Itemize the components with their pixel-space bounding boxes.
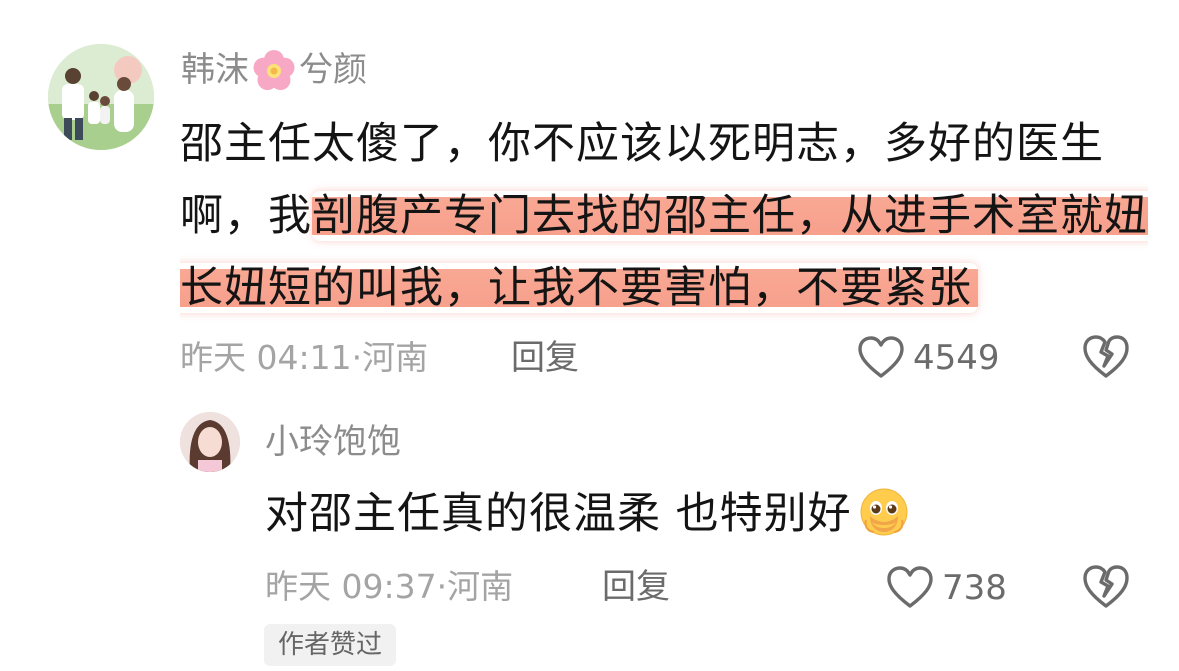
meta-separator: · (436, 567, 448, 606)
author-liked-badge: 作者赞过 (264, 624, 397, 666)
username[interactable]: 韩沫 兮颜 (181, 48, 367, 92)
reply-time: 昨天 09:37 (265, 567, 437, 606)
reply-reply-button[interactable]: 回复 (602, 563, 670, 611)
reply-text: 对邵主任真的很温柔 也特别好 (265, 484, 910, 544)
reply-meta: 昨天 09:37·河南 (265, 563, 513, 611)
comment-time: 昨天 04:11 (180, 338, 352, 377)
comment-location: 河南 (362, 338, 429, 377)
heart-outline-icon (857, 336, 905, 380)
pleading-face-emoji-icon (858, 486, 910, 538)
comment-text-highlight: 剖腹产专门去找的邵主任，从进手术室就妞长妞短的叫我，让我不要害怕，不要紧张 (180, 191, 1148, 313)
username-suffix: 兮颜 (299, 50, 367, 90)
username-prefix: 韩沫 (181, 50, 249, 90)
broken-heart-icon (1081, 562, 1131, 612)
comment-text: 邵主任太傻了，你不应该以死明志，多好的医生啊，我剖腹产专门去找的邵主任，从进手术… (180, 108, 1160, 324)
reply-location: 河南 (447, 567, 514, 606)
like-button[interactable]: 4549 (857, 330, 1000, 386)
reply-username[interactable]: 小玲饱饱 (265, 420, 401, 464)
meta-separator: · (351, 338, 363, 377)
avatar[interactable] (48, 44, 154, 150)
reply-dislike-button[interactable] (1081, 562, 1131, 612)
heart-outline-icon (886, 566, 934, 610)
reply-avatar[interactable] (180, 412, 240, 472)
like-count: 4549 (913, 338, 1000, 378)
reply-like-count: 738 (942, 568, 1007, 608)
broken-heart-icon (1081, 332, 1131, 382)
comment-meta: 昨天 04:11·河南 (180, 334, 428, 382)
reply-text-body: 对邵主任真的很温柔 也特别好 (265, 489, 852, 539)
reply-like-button[interactable]: 738 (886, 560, 1007, 616)
flower-emoji-icon (249, 48, 299, 92)
dislike-button[interactable] (1081, 332, 1131, 382)
reply-button[interactable]: 回复 (511, 334, 579, 382)
